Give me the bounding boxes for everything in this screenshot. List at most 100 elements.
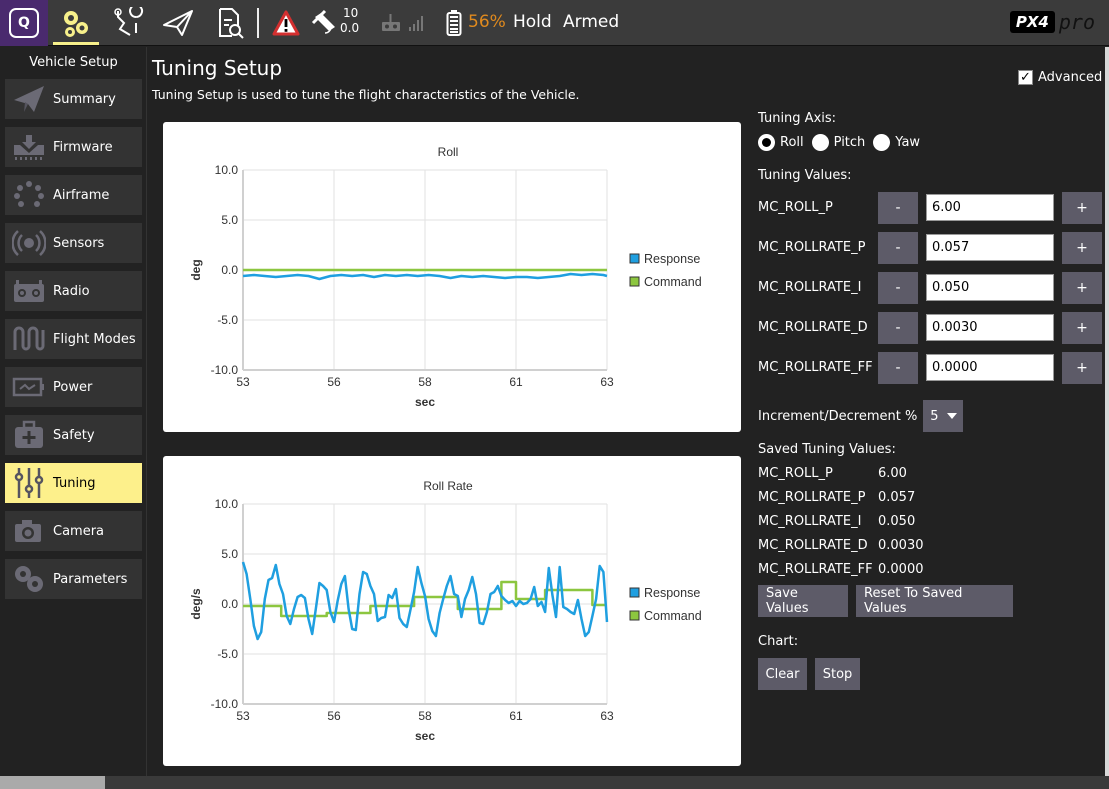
roll-chart-card: Roll 10.0 5.0 0.0 -5.0 -10.0 53 56 58 61 63 sec deg R… [163, 122, 741, 432]
airframe-dots-icon [5, 175, 53, 215]
sidebar-item-label: Summary [53, 91, 116, 107]
sidebar-item-flight-modes[interactable]: Flight Modes [5, 319, 142, 359]
sidebar-item-power[interactable]: Power [5, 367, 142, 407]
battery-icon [446, 10, 462, 36]
chart-title: Roll Rate [423, 479, 473, 493]
flight-mode-selector[interactable]: Hold [513, 12, 552, 32]
sidebar-item-label: Power [53, 379, 93, 395]
param-value-input[interactable] [926, 354, 1054, 381]
decrement-button[interactable]: - [878, 232, 918, 264]
sidebar-item-summary[interactable]: Summary [5, 79, 142, 119]
axis-radio-yaw[interactable]: Yaw [873, 134, 920, 151]
gps-hdop: 0.0 [340, 21, 360, 35]
param-value-input[interactable] [926, 234, 1054, 261]
radio-icon [5, 271, 53, 311]
checkmark-icon: ✓ [1018, 70, 1033, 85]
increment-button[interactable]: + [1062, 272, 1102, 304]
x-axis-label: sec [415, 395, 435, 409]
saved-param-name: MC_ROLL_P [758, 466, 833, 481]
decrement-button[interactable]: - [878, 192, 918, 224]
bottom-strip [0, 776, 1109, 789]
arm-status[interactable]: Armed [563, 12, 619, 32]
y-tick-label: 10.0 [215, 163, 239, 177]
save-values-button[interactable]: Save Values [758, 585, 848, 617]
vehicle-setup-button[interactable] [53, 0, 99, 46]
reset-to-saved-button[interactable]: Reset To Saved Values [856, 585, 1013, 617]
param-name: MC_ROLLRATE_FF [758, 360, 873, 375]
saved-values-label: Saved Tuning Values: [758, 442, 896, 457]
param-value-input[interactable] [926, 314, 1054, 341]
param-value-input[interactable] [926, 194, 1054, 221]
active-tab-indicator [53, 42, 99, 45]
flight-modes-icon [5, 319, 53, 359]
rc-rssi-indicator[interactable] [378, 0, 404, 46]
roll-chart: Roll 10.0 5.0 0.0 -5.0 -10.053 56 58 61 63 sec deg R… [189, 145, 702, 409]
sidebar-item-label: Radio [53, 283, 90, 299]
param-row-mc-rollrate-i: MC_ROLLRATE_I - + [758, 272, 1104, 304]
sidebar-item-radio[interactable]: Radio [5, 271, 142, 311]
increment-percent-select[interactable]: 5 [923, 400, 964, 432]
increment-button[interactable]: + [1062, 352, 1102, 384]
page-title: Tuning Setup [152, 56, 283, 80]
sidebar-item-label: Tuning [53, 475, 96, 491]
power-battery-icon [5, 367, 53, 407]
param-value-input[interactable] [926, 274, 1054, 301]
x-tick-label: 53 [236, 709, 250, 723]
clear-chart-button[interactable]: Clear [758, 658, 807, 690]
y-tick-label: 5.0 [221, 213, 238, 227]
decrement-button[interactable]: - [878, 272, 918, 304]
param-name: MC_ROLL_P [758, 200, 833, 215]
legend-label-command: Command [644, 275, 702, 289]
sidebar-item-parameters[interactable]: Parameters [5, 559, 142, 599]
x-tick-label: 61 [509, 709, 523, 723]
decrement-button[interactable]: - [878, 352, 918, 384]
qgc-logo-button[interactable]: Q [0, 0, 48, 46]
sidebar-item-label: Camera [53, 523, 105, 539]
saved-row: MC_ROLLRATE_I 0.050 [758, 514, 915, 529]
decrement-button[interactable]: - [878, 312, 918, 344]
legend-label-command: Command [644, 609, 702, 623]
saved-row: MC_ROLLRATE_FF 0.0000 [758, 562, 924, 577]
sidebar-item-safety[interactable]: Safety [5, 415, 142, 455]
sidebar-item-sensors[interactable]: Sensors [5, 223, 142, 263]
chart-label: Chart: [758, 634, 799, 649]
fly-paper-plane-icon [163, 10, 193, 36]
analyze-button[interactable] [208, 0, 254, 46]
param-row-mc-rollrate-ff: MC_ROLLRATE_FF - + [758, 352, 1104, 384]
saved-param-value: 0.050 [878, 514, 916, 529]
sidebar-item-label: Flight Modes [53, 331, 136, 347]
axis-radio-label: Pitch [833, 135, 866, 150]
axis-radio-pitch[interactable]: Pitch [811, 134, 866, 151]
increment-button[interactable]: + [1062, 192, 1102, 224]
fly-button[interactable] [156, 0, 202, 46]
plan-button[interactable] [106, 0, 152, 46]
saved-param-value: 0.0030 [878, 538, 924, 553]
y-tick-label: -5.0 [217, 647, 238, 661]
increment-button[interactable]: + [1062, 312, 1102, 344]
sidebar-item-label: Safety [53, 427, 95, 443]
paper-plane-icon [5, 79, 53, 119]
y-tick-label: 0.0 [221, 597, 238, 611]
messages-indicator[interactable] [270, 0, 302, 46]
increment-value: 5 [930, 408, 939, 424]
x-tick-label: 58 [418, 375, 432, 389]
increment-button[interactable]: + [1062, 232, 1102, 264]
stop-chart-button[interactable]: Stop [815, 658, 860, 690]
axis-radio-roll[interactable]: Roll [758, 134, 804, 151]
sidebar-item-camera[interactable]: Camera [5, 511, 142, 551]
legend-label-response: Response [644, 586, 700, 600]
battery-indicator[interactable] [442, 0, 466, 46]
sidebar-item-tuning[interactable]: Tuning [5, 463, 142, 503]
gps-indicator[interactable] [310, 0, 340, 46]
sidebar-item-airframe[interactable]: Airframe [5, 175, 142, 215]
saved-param-name: MC_ROLLRATE_FF [758, 562, 873, 577]
advanced-checkbox[interactable]: ✓ Advanced [1018, 70, 1102, 85]
y-tick-label: 10.0 [215, 497, 239, 511]
sidebar-item-label: Sensors [53, 235, 105, 251]
saved-param-value: 6.00 [878, 466, 907, 481]
sidebar-item-firmware[interactable]: Firmware [5, 127, 142, 167]
sidebar-item-label: Airframe [53, 187, 110, 203]
safety-kit-icon [5, 415, 53, 455]
y-tick-label: 5.0 [221, 547, 238, 561]
radio-unselected-icon [811, 134, 829, 151]
